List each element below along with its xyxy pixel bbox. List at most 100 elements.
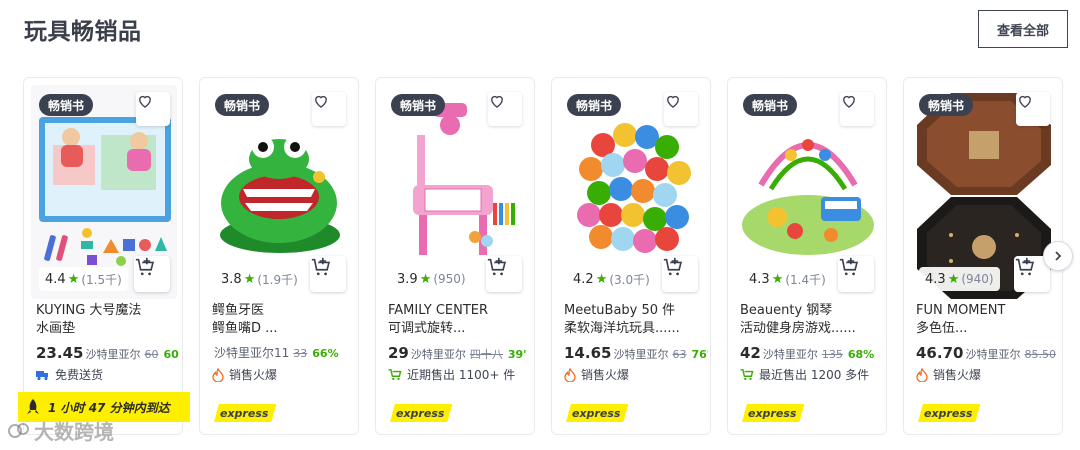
rating-count: (950) [433,272,466,286]
rating-value: 3.9 [397,271,418,287]
watermark-logo-icon [8,422,29,438]
price-row: 沙特里亚尔11 33 66% [212,344,356,361]
tag-row: 最近售出 1200 多件 [740,366,884,383]
express-badge: express [390,404,453,422]
old-price: 63 [672,348,687,361]
product-name-line1: MeetuBaby 50 件 [564,303,676,318]
express-badge: express [742,404,805,422]
product-name[interactable]: KUYING 大号魔法 水画垫 [36,302,178,338]
product-name[interactable]: FUN MOMENT 多色伍... [916,302,1058,338]
product-name[interactable]: FAMILY CENTER 可调式旋转... [388,302,530,338]
product-name-line2: 活动健身房游戏...... [740,321,856,336]
add-to-cart-icon[interactable] [310,256,346,292]
product-name-line1: 鳄鱼牙医 [212,303,265,318]
wishlist-heart-icon[interactable] [488,92,522,126]
product-card[interactable]: 畅销书 3.9 ★ (950) FAMILY CENTER 可调式旋转... 29 沙特… [375,77,535,435]
bestseller-badge: 畅销书 [39,94,94,116]
star-icon: ★ [67,271,80,287]
product-card[interactable]: 畅销书 4.3 ★ (1.4千) Beauenty 钢琴 活动健身房游戏...... … [727,77,887,435]
currency: 沙特里亚尔 [613,348,669,361]
tag-row: 近期售出 1100+ 件 [388,366,532,383]
product-image[interactable]: 畅销书 4.3 ★ (1.4千) [735,85,881,299]
price: 23.45 [36,344,84,362]
product-image[interactable]: 畅销书 4.4 ★ (1.5千) [31,85,177,299]
express-badge: express [566,404,629,422]
product-image[interactable]: 畅销书 4.3 ★ (940) [911,85,1057,299]
star-icon: ★ [771,271,784,287]
product-card[interactable]: 畅销书 4.3 ★ (940) FUN MOMENT 多色伍... 46.70 沙特里亚… [903,77,1063,435]
tag-text: 免费送货 [55,368,104,382]
product-card[interactable]: 畅销书 4.4 ★ (1.5千) KUYING 大号魔法 水画垫 23.45 沙特里亚尔… [23,77,183,435]
rating-count: (1.4千) [785,272,826,287]
product-name[interactable]: Beauenty 钢琴 活动健身房游戏...... [740,302,882,338]
cart-sold-icon [740,369,754,381]
wishlist-heart-icon[interactable] [136,92,170,126]
wishlist-heart-icon[interactable] [840,92,874,126]
bestseller-badge: 畅销书 [215,94,270,116]
bestseller-badge: 畅销书 [743,94,798,116]
carousel-next-arrow-icon[interactable] [1043,241,1073,271]
product-name-line2: 可调式旋转... [388,321,466,336]
add-to-cart-icon[interactable] [134,256,170,292]
rating-pill: 3.8 ★ (1.9千) [215,267,304,291]
old-price: 135 [821,348,843,361]
tag-row: 销售火爆 [564,366,708,383]
rating-pill: 4.2 ★ (3.0千) [567,267,656,291]
old-price: 60 [144,348,159,361]
star-icon: ★ [595,271,608,287]
product-image[interactable]: 畅销书 3.8 ★ (1.9千) [207,85,353,299]
express-badge: express [214,404,277,422]
cart-sold-icon [388,369,402,381]
add-to-cart-icon[interactable] [662,256,698,292]
currency: 沙特里亚尔 [762,348,818,361]
discount: 76' [691,348,708,361]
discount: 60 [163,348,179,361]
view-all-button[interactable]: 查看全部 [978,10,1068,48]
product-image[interactable]: 畅销书 3.9 ★ (950) [383,85,529,299]
add-to-cart-icon[interactable] [838,256,874,292]
product-name[interactable]: MeetuBaby 50 件柔软海洋坑玩具...... [564,302,706,338]
wishlist-heart-icon[interactable] [664,92,698,126]
wishlist-heart-icon[interactable] [1016,92,1050,126]
rating-count: (1.9千) [257,272,298,287]
discount: 68% [847,348,875,361]
price-row: 23.45 沙特里亚尔 60 60 [36,344,180,362]
product-name[interactable]: 鳄鱼牙医 鳄鱼嘴D ... [212,302,354,338]
product-name-line1: FUN MOMENT [916,303,1006,318]
product-card[interactable]: 畅销书 3.8 ★ (1.9千) 鳄鱼牙医 鳄鱼嘴D ... 沙特里亚尔11 33 66%… [199,77,359,435]
rating-pill: 4.3 ★ (1.4千) [743,267,832,291]
bestseller-badge: 畅销书 [391,94,446,116]
watermark-text: 大数跨境 [34,420,114,444]
rating-pill: 3.9 ★ (950) [391,267,472,291]
express-badge: express [918,404,981,422]
product-card[interactable]: 畅销书 4.2 ★ (3.0千) MeetuBaby 50 件柔软海洋坑玩具....… [551,77,711,435]
price: 42 [740,344,761,362]
product-name-line2: 水画垫 [36,321,76,336]
old-price: 85.50 [1024,348,1056,361]
star-icon: ★ [243,271,256,287]
discount: 66% [312,347,339,360]
discount: 39' [507,348,527,361]
section-title: 玩具畅销品 [24,19,142,45]
fire-icon [916,367,928,382]
product-name-line1: FAMILY CENTER [388,303,489,318]
tag-row: 销售火爆 [916,366,1060,383]
rating-count: (1.5千) [81,272,122,287]
tag-row: 销售火爆 [212,366,356,383]
currency: 沙特里亚尔11 [214,346,290,360]
star-icon: ★ [947,271,960,287]
tag-row: 免费送货 [36,366,180,383]
truck-icon [36,370,48,380]
rating-count: (940) [961,272,994,286]
wishlist-heart-icon[interactable] [312,92,346,126]
add-to-cart-icon[interactable] [486,256,522,292]
price: 46.70 [916,344,964,362]
product-name-line1: KUYING 大号魔法 [36,303,142,318]
rating-value: 4.3 [749,271,770,287]
rating-pill: 4.4 ★ (1.5千) [39,267,128,291]
product-name-line2: 多色伍... [916,321,968,336]
fire-icon [212,367,224,382]
product-image[interactable]: 畅销书 4.2 ★ (3.0千) [559,85,705,299]
tag-text: 销售火爆 [933,368,982,382]
tag-text: 销售火爆 [581,368,630,382]
